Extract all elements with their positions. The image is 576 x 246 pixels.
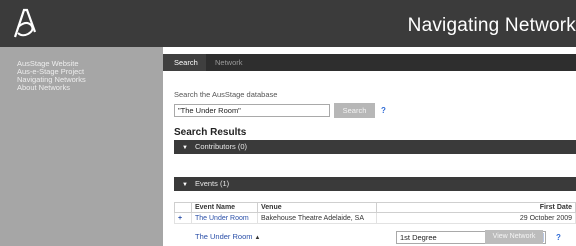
search-help-icon[interactable]: ? [381, 106, 386, 115]
event-link[interactable]: The Under Room [195, 215, 249, 222]
contributors-section-bar[interactable]: ▼ Contributors (0) [174, 140, 576, 154]
degree-value: 1st Degree [400, 233, 437, 242]
add-icon[interactable]: + [178, 215, 182, 222]
sidebar-link-about-networks[interactable]: About Networks [17, 83, 70, 92]
caret-down-icon: ▼ [182, 182, 188, 188]
search-input[interactable] [174, 104, 330, 117]
event-name-cell: The Under Room [191, 212, 258, 224]
table-row: + The Under Room Bakehouse Theatre Adela… [174, 212, 576, 224]
search-button[interactable]: Search [334, 103, 375, 118]
app-header: Navigating Network [0, 0, 576, 47]
ausstage-logo [13, 8, 37, 38]
header-venue: Venue [257, 202, 377, 213]
results-heading: Search Results [174, 127, 247, 138]
events-section-bar[interactable]: ▼ Events (1) [174, 177, 576, 191]
header-select-cell [174, 202, 192, 213]
add-cell: + [174, 212, 192, 224]
view-network-button[interactable]: View Network [485, 230, 543, 244]
tab-network[interactable]: Network [206, 54, 251, 71]
header-first-date: First Date [376, 202, 576, 213]
tab-search[interactable]: Search [163, 54, 206, 71]
view-network-help-icon[interactable]: ? [556, 233, 561, 242]
table-header-row: Event Name Venue First Date [174, 202, 576, 213]
app-title: Navigating Network [407, 15, 576, 36]
triangle-up-icon: ▲ [254, 235, 261, 241]
header-event-name: Event Name [191, 202, 258, 213]
caret-down-icon: ▼ [182, 145, 188, 151]
events-table: Event Name Venue First Date + The Under … [174, 202, 576, 224]
venue-cell: Bakehouse Theatre Adelaide, SA [257, 212, 377, 224]
tab-strip: Search Network [163, 54, 576, 71]
main-content: Search Network Search the AusStage datab… [163, 47, 576, 246]
selected-event-link[interactable]: The Under Room ▲ [195, 232, 260, 241]
events-label: Events (1) [194, 179, 230, 188]
selected-event-name: The Under Room [195, 232, 253, 241]
first-date-cell: 29 October 2009 [376, 212, 576, 224]
sidebar: AusStage Website Aus-e-Stage Project Nav… [0, 47, 163, 246]
contributors-label: Contributors (0) [194, 142, 248, 151]
search-prompt: Search the AusStage database [174, 90, 278, 99]
